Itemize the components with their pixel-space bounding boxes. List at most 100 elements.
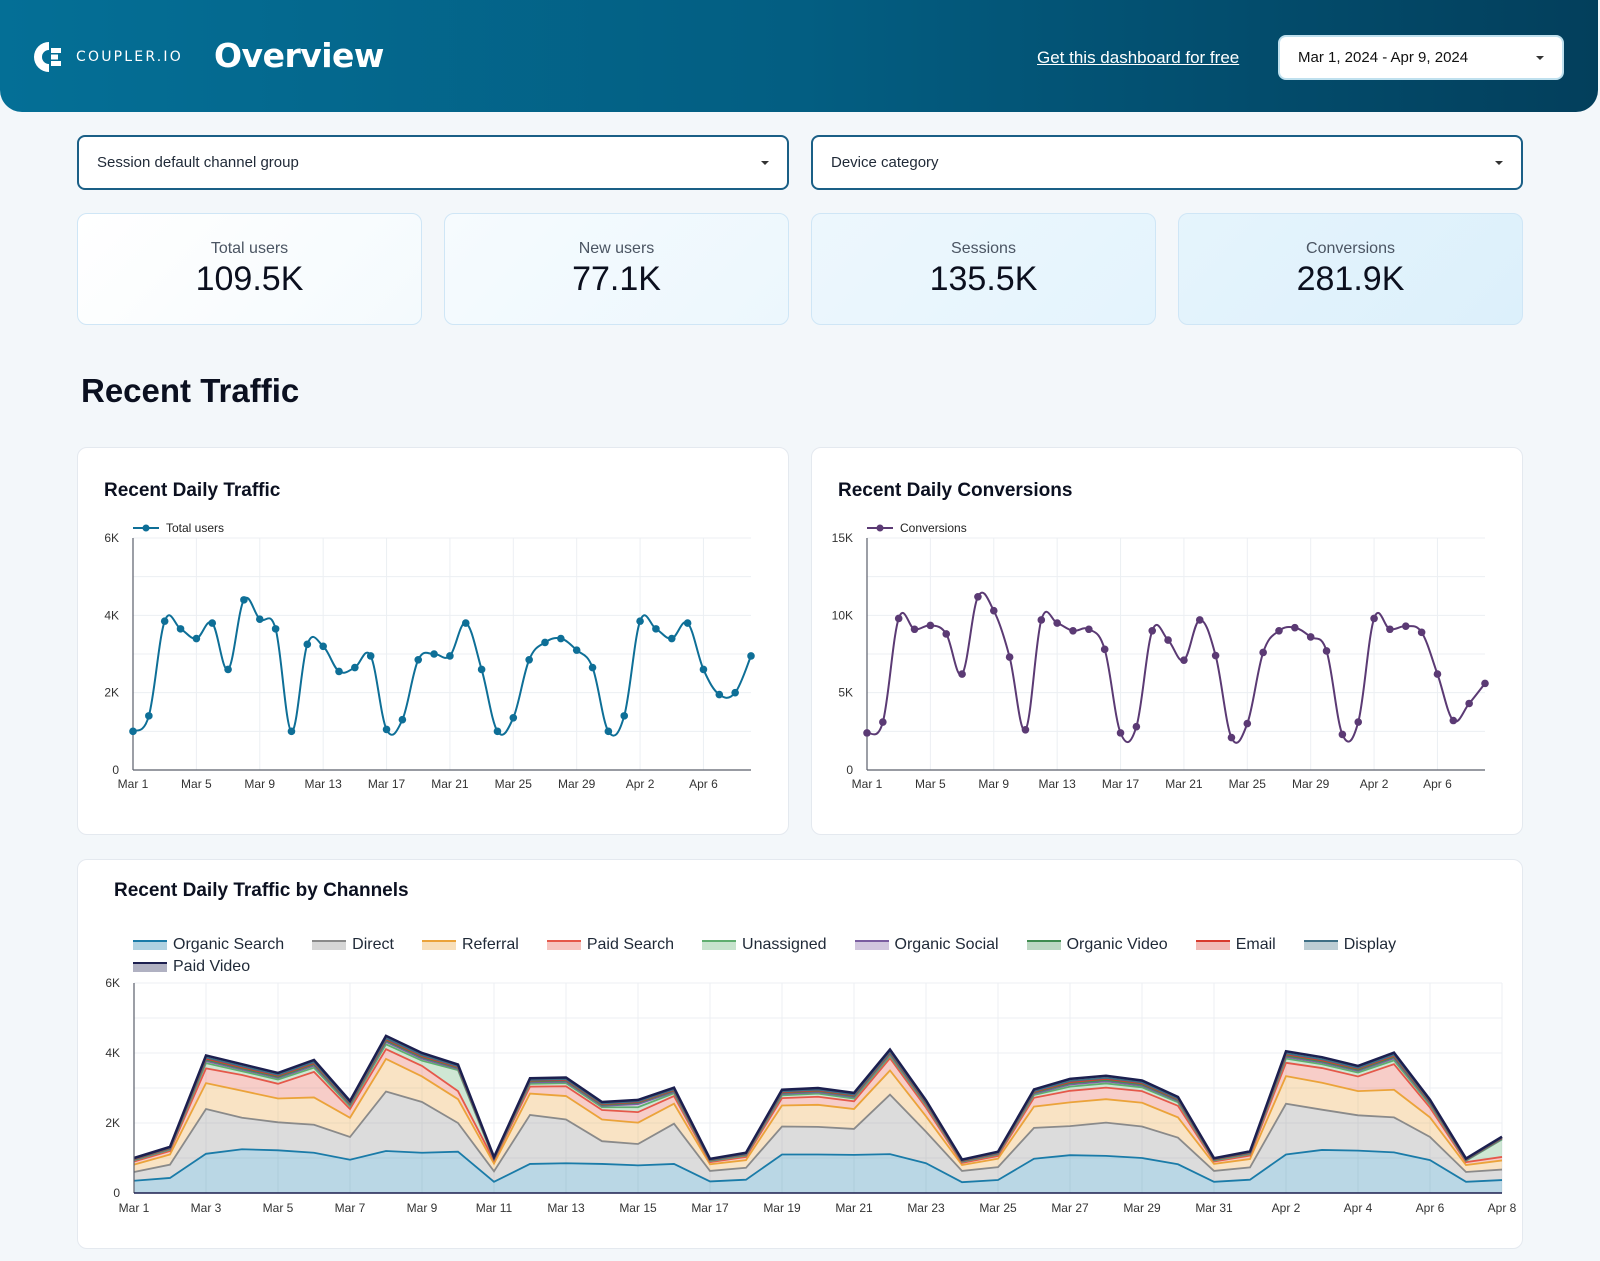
y-tick-label: 6K <box>104 531 119 545</box>
data-point <box>557 634 565 643</box>
x-tick-label: Mar 27 <box>1051 1201 1089 1215</box>
x-tick-label: Apr 6 <box>1416 1201 1445 1215</box>
data-point <box>1322 647 1331 655</box>
data-point <box>989 606 998 615</box>
data-point <box>910 625 919 634</box>
device-category-filter[interactable]: Device category <box>811 135 1523 190</box>
coupler-logo[interactable]: COUPLER.IO <box>32 40 183 74</box>
x-tick-label: Mar 5 <box>263 1201 294 1215</box>
data-point <box>588 663 597 672</box>
data-point <box>1354 718 1363 726</box>
get-dashboard-link[interactable]: Get this dashboard for free <box>1037 48 1239 68</box>
data-point <box>1148 627 1157 635</box>
data-point <box>1227 733 1236 742</box>
chart-card-daily-traffic: Recent Daily Traffic 0 2K 4K 6K Mar 1 Mar 5 Ma… <box>77 447 789 835</box>
kpi-sessions: Sessions 135.5K <box>811 213 1156 325</box>
legend-marker-icon <box>876 524 884 532</box>
data-point <box>319 642 327 651</box>
data-point <box>879 718 887 726</box>
legend-label: Conversions <box>900 521 967 535</box>
data-point <box>1100 645 1109 654</box>
data-point <box>335 667 343 676</box>
x-tick-label: Mar 25 <box>495 777 533 791</box>
kpi-value: 135.5K <box>929 259 1038 298</box>
data-point <box>240 596 248 604</box>
x-tick-label: Apr 4 <box>1344 1201 1373 1215</box>
channel-group-filter[interactable]: Session default channel group <box>77 135 789 190</box>
x-tick-label: Mar 29 <box>558 777 596 791</box>
y-tick-label: 0 <box>113 1186 120 1200</box>
y-tick-label: 0 <box>112 763 119 777</box>
y-tick-label: 5K <box>838 686 853 700</box>
y-tick-label: 4K <box>104 608 119 622</box>
data-point <box>731 688 739 697</box>
kpi-new-users: New users 77.1K <box>444 213 789 325</box>
data-point <box>493 727 502 736</box>
header-bar: COUPLER.IO Overview Get this dashboard f… <box>0 0 1598 112</box>
data-point <box>1259 648 1267 657</box>
chart-card-traffic-by-channels: Recent Daily Traffic by Channels Organic… <box>77 859 1523 1249</box>
data-point <box>894 614 903 623</box>
data-point <box>1085 625 1093 634</box>
x-tick-label: Mar 1 <box>119 1201 150 1215</box>
x-tick-label: Mar 1 <box>852 777 883 791</box>
data-point <box>1338 730 1347 739</box>
data-point <box>1005 653 1014 661</box>
data-point <box>461 619 470 627</box>
data-point <box>1037 616 1046 624</box>
data-point <box>192 634 201 643</box>
x-tick-label: Apr 8 <box>1488 1201 1517 1215</box>
y-tick-label: 4K <box>105 1046 120 1060</box>
data-point <box>1449 716 1458 725</box>
chart-card-daily-conversions: Recent Daily Conversions 0 5K 10K 15K Mar 1M… <box>811 447 1523 835</box>
kpi-value: 109.5K <box>195 259 304 298</box>
data-point <box>1180 656 1188 664</box>
x-tick-label: Mar 13 <box>304 777 342 791</box>
data-point <box>1116 729 1125 737</box>
x-tick-label: Mar 13 <box>547 1201 585 1215</box>
data-point <box>366 652 375 660</box>
data-point <box>398 715 407 724</box>
data-point <box>1211 651 1220 660</box>
y-tick-label: 0 <box>846 763 853 777</box>
data-point <box>1481 679 1489 688</box>
daily-conversions-line-chart: 0 5K 10K 15K Mar 1 Mar 5 Mar 9 Mar 13 Mar 17 Mar … <box>832 521 1489 791</box>
data-point <box>699 665 708 674</box>
data-point <box>1465 699 1473 708</box>
legend-label: Total users <box>166 521 224 535</box>
x-tick-label: Apr 6 <box>1423 777 1452 791</box>
data-point <box>271 625 280 633</box>
x-tick-label: Mar 17 <box>691 1201 729 1215</box>
data-point <box>477 665 486 674</box>
data-point <box>509 714 518 722</box>
x-tick-label: Mar 29 <box>1292 777 1330 791</box>
x-tick-label: Mar 3 <box>191 1201 222 1215</box>
data-point <box>1306 633 1315 641</box>
brand-name: COUPLER.IO <box>76 49 183 65</box>
x-tick-label: Mar 23 <box>907 1201 945 1215</box>
data-point <box>1021 725 1030 734</box>
kpi-label: Total users <box>210 239 289 257</box>
x-tick-label: Mar 17 <box>368 777 406 791</box>
x-tick-label: Mar 9 <box>407 1201 438 1215</box>
x-tick-label: Apr 2 <box>626 777 655 791</box>
data-point <box>620 712 629 720</box>
kpi-value: 281.9K <box>1296 259 1405 298</box>
data-point <box>1243 719 1252 728</box>
data-point <box>604 727 613 736</box>
data-point <box>683 619 692 627</box>
data-point <box>525 656 533 664</box>
data-point <box>1386 625 1394 634</box>
data-point <box>636 617 644 625</box>
y-tick-label: 10K <box>832 608 853 622</box>
data-point <box>129 727 137 736</box>
data-point <box>1291 623 1299 632</box>
data-point <box>652 625 660 633</box>
kpi-label: Sessions <box>951 239 1016 257</box>
y-tick-label: 2K <box>104 686 119 700</box>
data-point <box>1132 722 1141 731</box>
data-point <box>208 619 217 627</box>
date-range-picker[interactable]: Mar 1, 2024 - Apr 9, 2024 <box>1278 35 1564 80</box>
x-tick-label: Apr 2 <box>1272 1201 1301 1215</box>
data-point <box>667 634 676 643</box>
